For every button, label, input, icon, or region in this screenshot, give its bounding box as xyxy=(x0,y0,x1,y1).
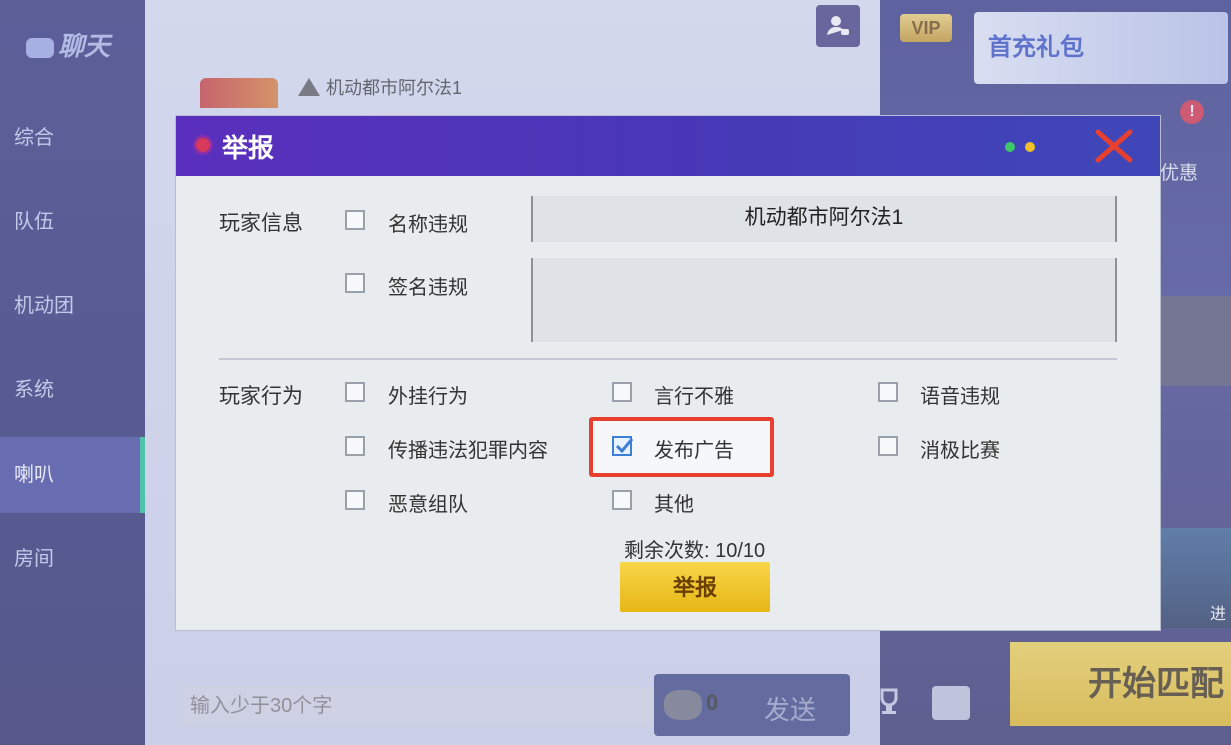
status-dot-yellow xyxy=(1025,142,1035,152)
advertising-checkbox[interactable] xyxy=(612,436,634,456)
behavior-checkbox[interactable] xyxy=(878,382,898,402)
behavior-checkbox[interactable] xyxy=(612,490,632,510)
status-dot-green xyxy=(1005,142,1015,152)
player-behavior-label: 玩家行为 xyxy=(219,385,303,408)
behavior-label: 传播违法犯罪内容 xyxy=(388,440,548,462)
behavior-label: 消极比赛 xyxy=(920,440,1000,462)
checkmark-icon xyxy=(615,438,634,454)
name-violation-checkbox[interactable] xyxy=(345,210,365,230)
behavior-label: 恶意组队 xyxy=(388,494,468,516)
report-dialog-header: 举报 xyxy=(176,116,1160,176)
remaining-count: 剩余次数: 10/10 xyxy=(624,540,766,562)
report-dialog-title: 举报 xyxy=(222,133,275,163)
behavior-checkbox[interactable] xyxy=(345,382,365,402)
report-dialog: 举报 玩家信息 名称违规 机动都市阿尔法1 签名违规 玩家行为 外挂行为 言行不… xyxy=(176,116,1160,630)
signature-violation-checkbox[interactable] xyxy=(345,273,365,293)
player-signature-field xyxy=(531,258,1117,342)
report-submit-button[interactable]: 举报 xyxy=(620,562,770,612)
behavior-label: 其他 xyxy=(654,494,694,516)
section-divider xyxy=(219,358,1117,360)
close-button[interactable] xyxy=(1092,126,1136,166)
player-name-value: 机动都市阿尔法1 xyxy=(744,206,904,229)
behavior-checkbox[interactable] xyxy=(878,436,898,456)
close-icon xyxy=(1095,129,1133,163)
player-info-label: 玩家信息 xyxy=(219,212,303,235)
behavior-label: 语音违规 xyxy=(920,386,1000,408)
player-name-field: 机动都市阿尔法1 xyxy=(531,196,1117,242)
behavior-checkbox[interactable] xyxy=(612,382,632,402)
behavior-label: 外挂行为 xyxy=(388,386,468,408)
name-violation-label: 名称违规 xyxy=(388,214,468,236)
behavior-label: 言行不雅 xyxy=(654,386,734,408)
advertising-label: 发布广告 xyxy=(654,440,734,462)
report-eye-icon xyxy=(196,138,210,152)
signature-violation-label: 签名违规 xyxy=(388,277,468,299)
behavior-checkbox[interactable] xyxy=(345,490,365,510)
behavior-checkbox[interactable] xyxy=(345,436,365,456)
